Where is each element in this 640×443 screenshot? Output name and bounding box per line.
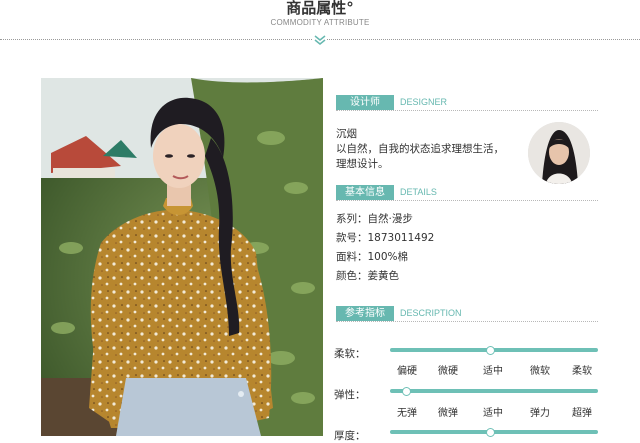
chevron-down-icon — [313, 34, 327, 46]
designer-name: 沉烟 — [336, 128, 357, 140]
elasticity-tick: 微弹 — [438, 408, 458, 419]
elasticity-tick: 超弹 — [572, 408, 592, 419]
elasticity-tick: 弹力 — [530, 408, 550, 419]
designer-tag-en: DESIGNER — [400, 97, 448, 107]
designer-avatar — [528, 122, 590, 184]
detail-item-no: 款号：1873011492 — [336, 232, 435, 244]
designer-divider — [336, 110, 598, 111]
softness-tick: 柔软 — [572, 366, 592, 377]
section-header: 商品属性° COMMODITY ATTRIBUTE — [0, 0, 640, 50]
elasticity-marker — [402, 386, 411, 396]
product-photo — [41, 78, 323, 436]
details-tag-en: DETAILS — [400, 187, 437, 197]
description-tag: 参考指标 — [336, 306, 394, 321]
detail-fabric: 面料：100%棉 — [336, 251, 409, 263]
softness-label: 柔软： — [334, 348, 366, 360]
section-title: 商品属性° — [286, 0, 354, 17]
elasticity-tick: 适中 — [483, 408, 503, 419]
elasticity-label: 弹性： — [334, 389, 366, 401]
details-tag: 基本信息 — [336, 185, 394, 200]
elasticity-track — [390, 389, 598, 393]
softness-tick: 适中 — [483, 366, 503, 377]
description-divider — [336, 321, 598, 322]
softness-tick: 微硬 — [438, 366, 458, 377]
softness-tick: 偏硬 — [397, 366, 417, 377]
designer-tag: 设计师 — [336, 95, 394, 110]
detail-series: 系列：自然·漫步 — [336, 213, 413, 225]
designer-bio-line1: 以自然，自我的状态追求理想生活， — [336, 143, 504, 155]
elasticity-tick: 无弹 — [397, 408, 417, 419]
softness-marker — [486, 345, 495, 355]
section-subtitle: COMMODITY ATTRIBUTE — [270, 18, 370, 27]
designer-bio-line2: 理想设计。 — [336, 158, 389, 170]
softness-tick: 微软 — [530, 366, 550, 377]
description-tag-en: DESCRIPTION — [400, 308, 462, 318]
thickness-marker — [486, 427, 495, 437]
detail-color: 颜色：姜黄色 — [336, 270, 399, 282]
details-divider — [336, 200, 598, 201]
